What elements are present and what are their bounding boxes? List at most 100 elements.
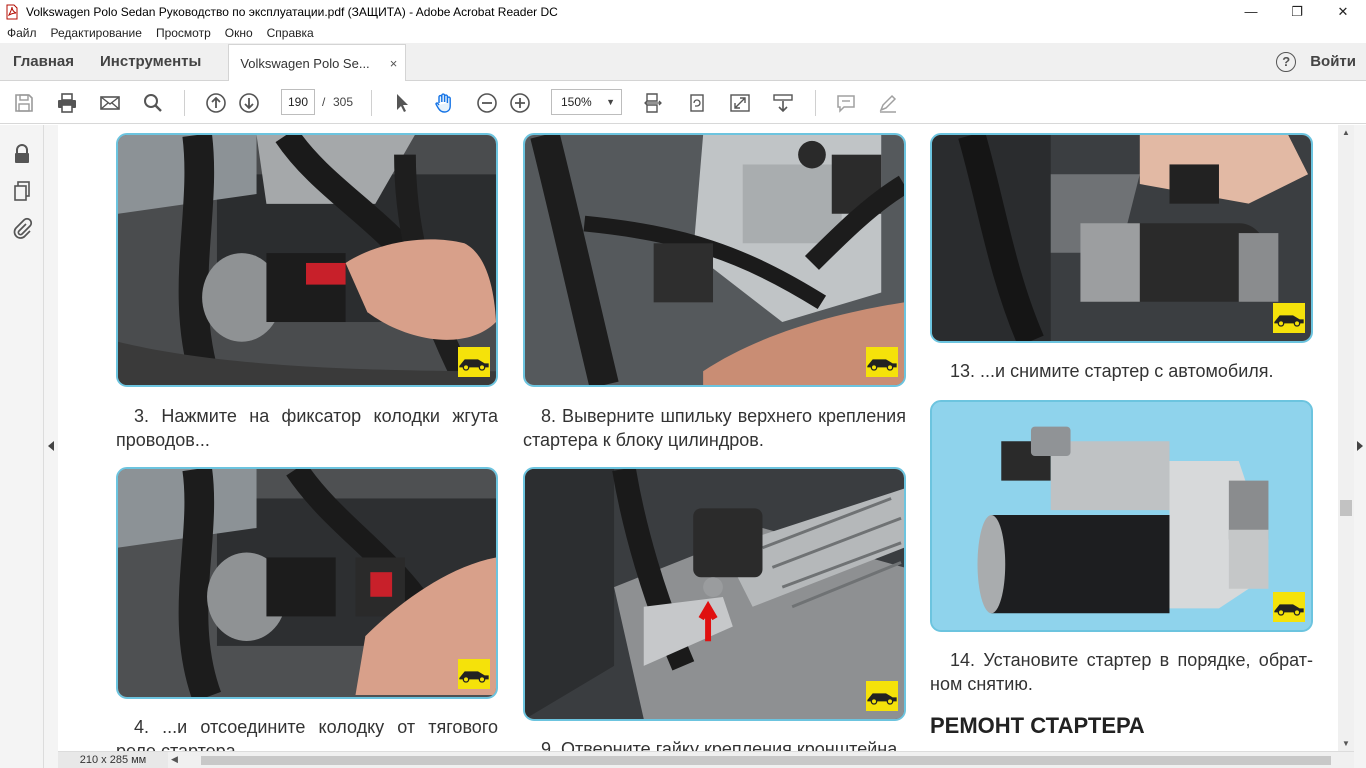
menu-view[interactable]: Просмотр	[149, 26, 218, 40]
comment-button[interactable]	[833, 90, 859, 116]
car-icon	[1274, 604, 1304, 616]
lock-icon[interactable]	[11, 143, 33, 165]
photo-step8	[523, 133, 906, 387]
car-logo-badge	[866, 681, 898, 711]
zoom-out-button[interactable]	[474, 90, 500, 116]
save-icon	[15, 94, 33, 112]
minus-circle-icon	[477, 93, 497, 113]
page-separator: /	[322, 95, 326, 109]
title-bar: Volkswagen Polo Sedan Руководство по экс…	[0, 0, 1366, 23]
vertical-scrollbar[interactable]: ▲ ▼	[1338, 125, 1354, 751]
chevron-down-icon: ▼	[606, 97, 615, 107]
highlight-button[interactable]	[875, 90, 901, 116]
tab-bar: Главная Инструменты Volkswagen Polo Se..…	[0, 43, 1366, 81]
full-screen-button[interactable]	[727, 90, 753, 116]
arrow-up-circle-icon	[206, 93, 226, 113]
mail-icon	[100, 96, 120, 110]
car-icon	[1274, 315, 1304, 327]
scrollbar-thumb[interactable]	[1340, 500, 1352, 516]
pen-icon	[879, 94, 897, 113]
right-panel-toggle[interactable]	[1354, 125, 1366, 768]
print-icon	[58, 93, 76, 113]
print-button[interactable]	[54, 90, 80, 116]
toolbar	[0, 82, 1366, 124]
zoom-value: 150%	[561, 95, 592, 109]
arrow-down-circle-icon	[239, 93, 259, 113]
photo-step4	[116, 467, 498, 699]
attachment-icon[interactable]	[11, 217, 33, 239]
photo-step13	[930, 133, 1313, 343]
select-tool-button[interactable]	[389, 90, 415, 116]
photo-starter	[930, 400, 1313, 632]
document-page[interactable]: 3. Нажмите на фиксатор колодки жгута про…	[58, 125, 1338, 751]
help-button[interactable]: ?	[1276, 43, 1297, 80]
comment-icon	[837, 95, 855, 113]
car-icon	[459, 671, 489, 683]
rotate-page-icon	[690, 94, 704, 112]
menu-file[interactable]: Файл	[0, 26, 44, 40]
email-button[interactable]	[97, 90, 123, 116]
left-panel-toggle[interactable]	[44, 125, 58, 768]
section-heading: РЕМОНТ СТАРТЕРА	[930, 713, 1145, 738]
scroll-down-icon[interactable]: ▼	[1342, 739, 1350, 748]
tab-document[interactable]: Volkswagen Polo Se... ×	[228, 44, 407, 81]
scroll-left-icon[interactable]: ◀	[171, 754, 178, 765]
close-window-button[interactable]: ✕	[1320, 0, 1366, 23]
sign-in-button[interactable]: Войти	[1310, 43, 1356, 80]
search-icon	[144, 94, 162, 112]
hand-tool-button[interactable]	[431, 90, 457, 116]
expand-icon	[730, 94, 750, 112]
pages-icon[interactable]	[11, 180, 33, 202]
rotate-button[interactable]	[684, 90, 710, 116]
caption-step13: 13. ...и снимите стартер с автомобиля.	[950, 361, 1274, 381]
search-button[interactable]	[140, 90, 166, 116]
caption-step4: 4. ...и отсоедините колодку от тягового …	[116, 717, 498, 751]
chevron-left-icon	[48, 441, 54, 451]
menu-help[interactable]: Справка	[260, 26, 321, 40]
save-button[interactable]	[11, 90, 37, 116]
minimize-button[interactable]: —	[1228, 0, 1274, 23]
tab-tools[interactable]: Инструменты	[87, 43, 214, 80]
next-page-button[interactable]	[236, 90, 262, 116]
zoom-select[interactable]: 150% ▼	[551, 89, 622, 115]
page-number-input[interactable]: 190	[281, 89, 315, 115]
caption-step3: 3. Нажмите на фиксатор колодки жгута про…	[116, 406, 498, 450]
help-icon: ?	[1276, 51, 1297, 72]
left-navigation-panel	[0, 125, 44, 768]
tab-home[interactable]: Главная	[0, 43, 87, 80]
menu-bar: Файл Редактирование Просмотр Окно Справк…	[0, 23, 1366, 43]
scroll-mode-button[interactable]	[770, 90, 796, 116]
caption-step14: 14. Установите стартер в порядке, обрат­…	[930, 650, 1313, 694]
car-logo-badge	[1273, 592, 1305, 622]
chevron-right-icon	[1357, 441, 1363, 451]
status-bar: 210 x 285 мм ◀	[58, 751, 1354, 768]
horizontal-scrollbar-thumb[interactable]	[201, 756, 1331, 765]
menu-window[interactable]: Окно	[218, 26, 260, 40]
menu-edit[interactable]: Редактирование	[44, 26, 149, 40]
scroll-up-icon[interactable]: ▲	[1342, 128, 1350, 137]
photo-step3	[116, 133, 498, 387]
maximize-button[interactable]: ❐	[1274, 0, 1320, 23]
tab-close-icon[interactable]: ×	[390, 56, 398, 71]
tab-document-label: Volkswagen Polo Se...	[240, 55, 370, 71]
page-size-label: 210 x 285 мм	[58, 752, 168, 768]
minimize-icon: —	[1244, 4, 1258, 19]
car-icon	[867, 693, 897, 705]
page-total: 305	[333, 95, 354, 109]
hand-icon	[435, 93, 451, 113]
zoom-in-button[interactable]	[507, 90, 533, 116]
restore-icon: ❐	[1291, 3, 1303, 19]
close-icon: ✕	[1337, 3, 1349, 19]
car-logo-badge	[1273, 303, 1305, 333]
caption-step9: 9. Отверните гайку крепления кронштейна	[541, 739, 898, 751]
car-logo-badge	[458, 659, 490, 689]
caption-step8: 8. Выверните шпильку верхнего крепления …	[523, 406, 906, 450]
window-title: Volkswagen Polo Sedan Руководство по экс…	[26, 4, 558, 19]
scroll-download-icon	[773, 94, 793, 113]
fit-width-button[interactable]	[640, 90, 666, 116]
acrobat-pdf-icon	[6, 4, 18, 19]
previous-page-button[interactable]	[203, 90, 229, 116]
car-icon	[459, 359, 489, 371]
photo-step9	[523, 467, 906, 721]
cursor-arrow-icon	[397, 94, 408, 112]
